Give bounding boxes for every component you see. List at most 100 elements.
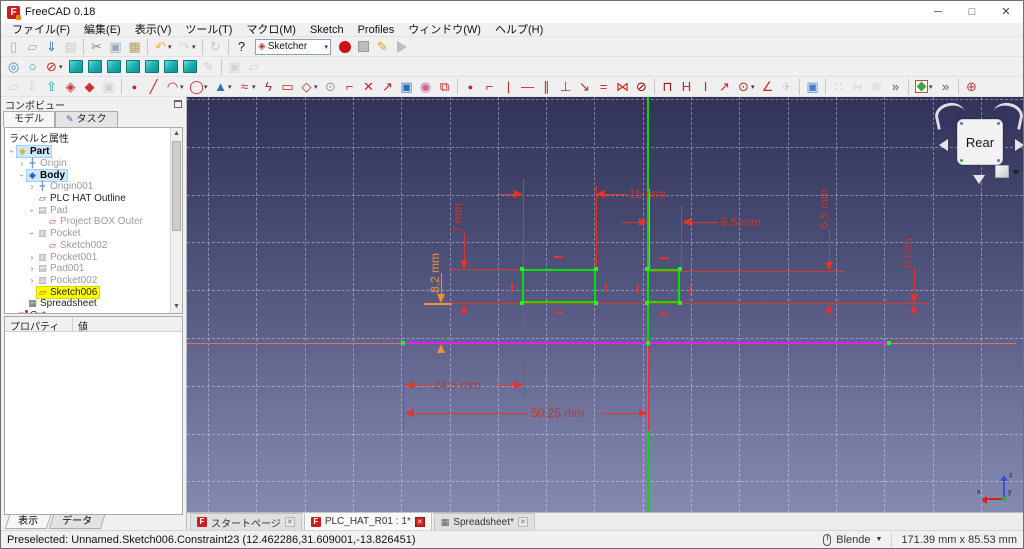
tree-item-pad001[interactable]: ›▤Pad001 [5,263,182,275]
tree-item-content[interactable]: ▤Pad [37,205,70,216]
leave-sketch-button[interactable]: ⇧ [42,78,61,96]
tab-表示[interactable]: 表示 [5,515,52,529]
tree-item-plc-hat-outline[interactable]: ▱PLC HAT Outline [5,193,182,205]
tree-item-spreadsheet[interactable]: ▦Spreadsheet [5,298,182,310]
toolbar-overflow-2-button[interactable]: » [936,78,955,96]
constraint-lock-button[interactable]: ⊓ [658,78,677,96]
constraint-block-button[interactable]: ⊘ [632,78,651,96]
tree-item-content[interactable]: ╋Origin [27,158,69,169]
create-point-button[interactable]: ● [125,78,144,96]
tree-expander-icon[interactable]: › [8,310,17,314]
tree-expander-icon[interactable]: › [28,229,37,239]
save-file-button[interactable]: ⇓ [42,38,61,56]
dimension-label[interactable]: 6.5 mm [721,215,761,229]
constraint-distance-button[interactable]: ↗ [715,78,734,96]
sketch-line[interactable] [424,303,452,305]
create-conic-button[interactable]: ▲ [211,78,230,96]
constraint-tick-icon[interactable] [554,312,563,314]
menu-item-1[interactable]: 編集(E) [77,23,128,37]
sketch-line[interactable] [649,189,650,269]
tree-item-sketch006[interactable]: ▱Sketch006 [5,286,182,298]
sketch-line[interactable] [596,186,597,269]
tree-item-part[interactable]: ›◆Part [5,146,182,158]
select-constraints-button[interactable]: ▣ [803,78,822,96]
dimension-label[interactable]: 8.2 mm [428,253,442,293]
tab-モデル[interactable]: モデル [3,111,55,127]
sketch-point[interactable] [645,267,649,271]
constraint-equal-button[interactable]: = [594,78,613,96]
menu-item-5[interactable]: Sketch [303,23,351,37]
create-line-button[interactable]: ╱ [144,78,163,96]
create-polyline-button[interactable]: ϟ [259,78,278,96]
sketch-line[interactable] [405,413,528,414]
constraint-coincident-button[interactable]: ● [461,78,480,96]
create-fillet-button[interactable]: ⌐ [340,78,359,96]
constraint-tick-icon[interactable] [689,286,691,295]
sketch-point[interactable] [401,341,405,345]
tree-item-pocket002[interactable]: ›▥Pocket002 [5,275,182,287]
whats-this-button[interactable]: ? [232,38,251,56]
sketch-point[interactable] [594,267,598,271]
dimension-label[interactable]: 7 mm [451,203,465,233]
create-polygon-button[interactable]: ◇ [297,78,316,96]
tree-item-project-box-outer[interactable]: ▱Project BOX Outer [5,216,182,228]
minimize-button[interactable]: ─ [921,1,955,23]
constraint-tick-icon[interactable] [511,283,513,292]
menu-item-8[interactable]: ヘルプ(H) [488,23,550,37]
dimension-label[interactable]: 15 mm [629,187,666,201]
sketch-line[interactable] [914,268,915,290]
sketch-line[interactable] [681,206,682,269]
sketch-rectangle[interactable] [522,269,596,303]
sketch-point[interactable] [520,267,524,271]
document-tab-PLC_HAT_R01-1-[interactable]: FPLC_HAT_R01 : 1*✕ [304,512,432,530]
tree-item-content[interactable]: ▦Spreadsheet [27,298,99,309]
tree-expander-icon[interactable]: › [27,264,37,273]
tree-item-content[interactable]: ▱Project BOX Outer [47,216,145,227]
view-left-button[interactable] [180,58,199,76]
trim-edge-button[interactable]: ✕ [359,78,378,96]
tree-expander-icon[interactable]: › [27,276,37,285]
clone-button[interactable]: ⧉ [435,78,454,96]
sketch-line[interactable] [829,229,830,263]
macro-record-button[interactable] [335,38,354,56]
menu-item-2[interactable]: 表示(V) [128,23,179,37]
menu-item-7[interactable]: ウィンドウ(W) [401,23,488,37]
tree-item-cut[interactable]: ›◪Cut [5,310,182,314]
tree-expander-icon[interactable]: › [17,159,27,168]
constraint-horizontal-button[interactable]: — [518,78,537,96]
sketch-point[interactable] [678,267,682,271]
constraint-tick-icon[interactable] [605,283,607,292]
view-right-button[interactable] [123,58,142,76]
create-arc-button[interactable]: ◠ [163,78,182,96]
toggle-grid-button[interactable] [912,78,931,96]
constraint-tick-icon[interactable] [554,256,563,258]
constraint-radius-button[interactable]: ⊙ [734,78,753,96]
macro-edit-button[interactable]: ✎ [373,38,392,56]
sketch-line[interactable] [403,346,404,431]
tree-expander-icon[interactable]: › [27,253,37,262]
external-geometry-button[interactable]: ▣ [397,78,416,96]
constraint-tick-icon[interactable] [637,285,639,294]
menu-item-0[interactable]: ファイル(F) [5,23,77,37]
sketch-line[interactable] [449,269,522,270]
document-tab--[interactable]: Fスタートページ✕ [190,513,302,530]
tree-item-pocket[interactable]: ›▥Pocket [5,228,182,240]
view-sketch-button[interactable]: ◈ [61,78,80,96]
extend-edge-button[interactable]: ↗ [378,78,397,96]
draw-style-button[interactable]: ⊘ [42,58,61,76]
sketch-point[interactable] [678,301,682,305]
sketch-line[interactable] [622,222,640,223]
tab-close-icon[interactable]: ✕ [518,517,528,527]
tab-close-icon[interactable]: ✕ [415,517,425,527]
sketch-line[interactable] [523,309,524,398]
tab-データ[interactable]: データ [49,515,106,529]
tree-item-content[interactable]: ╋Origin001 [37,181,95,192]
nav-style-selector[interactable]: Blende [836,534,870,546]
sketch-point[interactable] [645,301,649,305]
dimension-label[interactable]: 6.5 mm [817,189,831,229]
view-front-button[interactable] [85,58,104,76]
tree-scrollbar[interactable]: ▲ ▼ [170,128,182,313]
constraint-tick-icon[interactable] [660,313,669,315]
tree-item-content[interactable]: ▱Sketch006 [37,287,99,298]
sketch-point[interactable] [646,341,650,345]
